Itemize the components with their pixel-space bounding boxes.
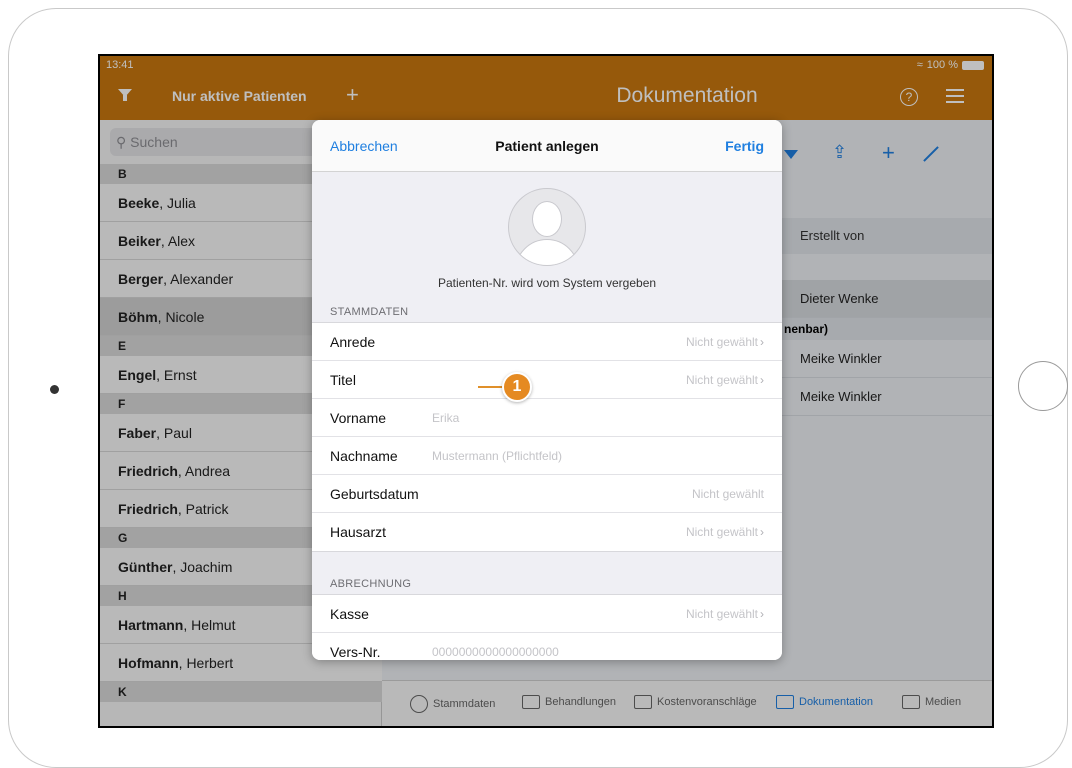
kasse-value: Nicht gewählt (685, 607, 758, 621)
vorname-label: Vorname (330, 410, 387, 426)
vorname-row[interactable]: Vorname Erika (312, 399, 782, 437)
kasse-label: Kasse (330, 606, 369, 622)
geburtsdatum-row[interactable]: Geburtsdatum Nicht gewählt (312, 475, 782, 513)
stammdaten-group: Anrede Nicht gewählt › Titel Nicht gewähl… (312, 322, 782, 552)
versnr-row[interactable]: Vers-Nr. 0000000000000000000 (312, 633, 782, 660)
chevron-right-icon: › (760, 373, 764, 387)
hausarzt-value: Nicht gewählt (685, 525, 758, 539)
avatar-placeholder[interactable] (508, 188, 586, 266)
avatar-head (532, 201, 562, 237)
abrechnung-group: Kasse Nicht gewählt › Vers-Nr. 0000000000… (312, 594, 782, 660)
camera-icon (50, 385, 59, 394)
avatar-body (515, 239, 579, 265)
modal-title: Patient anlegen (495, 138, 599, 154)
anrede-label: Anrede (330, 334, 376, 350)
section-header-abrechnung: ABRECHNUNG (330, 578, 412, 590)
geburtsdatum-value: Nicht gewählt (691, 487, 764, 501)
callout-marker: 1 (502, 372, 532, 402)
ipad-screen: 13:41 ≈ 100 % Nur aktive Patienten + Dok… (98, 54, 994, 728)
chevron-right-icon: › (760, 607, 764, 621)
nachname-label: Nachname (330, 448, 398, 464)
home-button[interactable] (1018, 361, 1068, 411)
hausarzt-label: Hausarzt (330, 524, 387, 540)
done-button[interactable]: Fertig (725, 138, 764, 154)
anrede-value: Nicht gewählt (685, 335, 758, 349)
titel-value: Nicht gewählt (685, 373, 758, 387)
section-header-stammdaten: STAMMDATEN (330, 306, 409, 318)
chevron-right-icon: › (760, 525, 764, 539)
versnr-label: Vers-Nr. (330, 644, 381, 660)
modal-header: Abbrechen Patient anlegen Fertig (312, 120, 782, 172)
vorname-field[interactable]: Erika (432, 411, 459, 425)
nachname-field[interactable]: Mustermann (Pflichtfeld) (432, 449, 562, 463)
anrede-row[interactable]: Anrede Nicht gewählt › (312, 323, 782, 361)
versnr-field[interactable]: 0000000000000000000 (432, 645, 559, 659)
kasse-row[interactable]: Kasse Nicht gewählt › (312, 595, 782, 633)
chevron-right-icon: › (760, 335, 764, 349)
titel-label: Titel (330, 372, 356, 388)
hausarzt-row[interactable]: Hausarzt Nicht gewählt › (312, 513, 782, 551)
geburtsdatum-label: Geburtsdatum (330, 486, 419, 502)
patient-number-note: Patienten-Nr. wird vom System vergeben (437, 276, 657, 290)
new-patient-modal: Abbrechen Patient anlegen Fertig Patient… (312, 120, 782, 660)
callout-line (478, 386, 504, 388)
nachname-row[interactable]: Nachname Mustermann (Pflichtfeld) (312, 437, 782, 475)
titel-row[interactable]: Titel Nicht gewählt › (312, 361, 782, 399)
